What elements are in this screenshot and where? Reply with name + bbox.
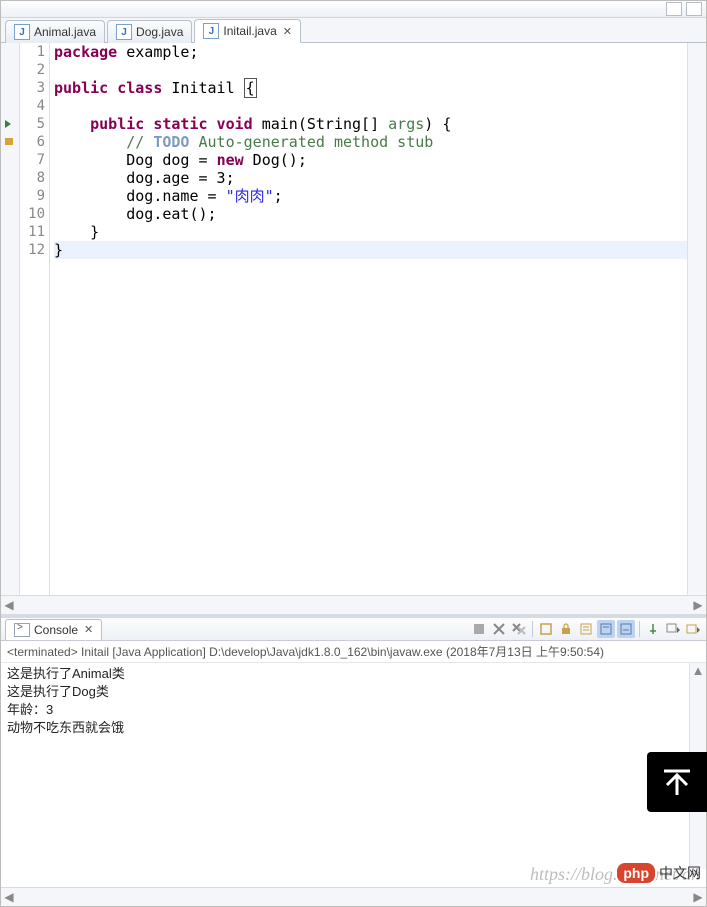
java-file-icon: J	[14, 24, 30, 40]
tab-dog-java[interactable]: J Dog.java	[107, 20, 192, 43]
toolbar-separator	[639, 621, 640, 637]
console-tab-bar: Console ✕	[1, 618, 706, 641]
minimize-view-button[interactable]	[666, 2, 682, 16]
console-tab-label: Console	[34, 623, 78, 637]
editor-body[interactable]: 123456789101112 package example;public c…	[1, 43, 706, 595]
display-selected-console-button[interactable]	[664, 620, 682, 638]
eclipse-window: J Animal.java J Dog.java J Initail.java …	[0, 0, 707, 907]
maximize-view-button[interactable]	[686, 2, 702, 16]
scroll-right-icon[interactable]: ▶	[690, 598, 706, 612]
scroll-right-icon[interactable]: ▶	[690, 890, 706, 904]
tab-label: Dog.java	[136, 25, 183, 39]
close-icon[interactable]: ✕	[283, 25, 292, 38]
editor-top-strip	[1, 1, 706, 18]
console-output[interactable]: 这是执行了Animal类这是执行了Dog类年龄：3动物不吃东西就会饿 ▲ htt…	[1, 663, 706, 887]
editor-horizontal-scrollbar[interactable]: ◀ ▶	[1, 595, 706, 614]
overview-ruler[interactable]	[687, 43, 706, 595]
pin-console-button[interactable]	[644, 620, 662, 638]
editor-area: 123456789101112 package example;public c…	[1, 43, 706, 614]
java-file-icon: J	[116, 24, 132, 40]
java-file-icon: J	[203, 23, 219, 39]
remove-all-launches-button[interactable]	[510, 620, 528, 638]
word-wrap-button[interactable]	[577, 620, 595, 638]
console-status: <terminated> Initail [Java Application] …	[1, 641, 706, 663]
close-icon[interactable]: ✕	[84, 623, 93, 636]
marker-column	[1, 43, 20, 595]
editor-tab-bar: J Animal.java J Dog.java J Initail.java …	[1, 18, 706, 43]
scroll-up-icon[interactable]: ▲	[690, 663, 706, 677]
toolbar-separator	[532, 621, 533, 637]
scroll-left-icon[interactable]: ◀	[1, 890, 17, 904]
console-pane: Console ✕ <terminated> Initail [Java App…	[1, 614, 706, 906]
tab-initail-java[interactable]: J Initail.java ✕	[194, 19, 301, 43]
tab-label: Animal.java	[34, 25, 96, 39]
remove-launch-button[interactable]	[490, 620, 508, 638]
tab-animal-java[interactable]: J Animal.java	[5, 20, 105, 43]
terminate-button[interactable]	[470, 620, 488, 638]
brand-logo: php	[615, 861, 657, 885]
clear-console-button[interactable]	[537, 620, 555, 638]
open-console-button[interactable]	[684, 620, 702, 638]
console-icon	[14, 623, 30, 637]
console-horizontal-scrollbar[interactable]: ◀ ▶	[1, 887, 706, 906]
console-tab[interactable]: Console ✕	[5, 619, 102, 640]
line-number-column: 123456789101112	[20, 43, 50, 595]
site-brand: php 中文网	[615, 861, 701, 885]
show-console-on-output-button[interactable]	[597, 620, 615, 638]
tab-label: Initail.java	[223, 24, 276, 38]
show-console-on-error-button[interactable]	[617, 620, 635, 638]
scroll-left-icon[interactable]: ◀	[1, 598, 17, 612]
scroll-lock-button[interactable]	[557, 620, 575, 638]
brand-text: 中文网	[659, 863, 701, 883]
scroll-to-top-button[interactable]	[647, 752, 707, 812]
console-toolbar	[470, 620, 706, 638]
code-content[interactable]: package example;public class Initail { p…	[50, 43, 687, 595]
